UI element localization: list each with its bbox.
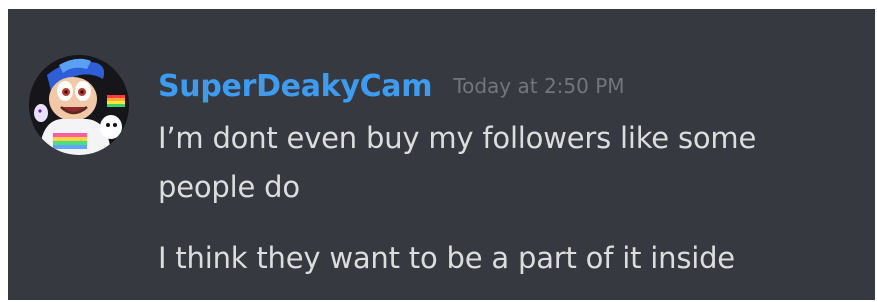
message-timestamp[interactable]: Today at 2:50 PM xyxy=(453,74,624,98)
chat-panel: SuperDeakyCam Today at 2:50 PM I’m dont … xyxy=(8,9,875,300)
message-text: I’m dont even buy my followers like some… xyxy=(158,121,757,204)
message-header: SuperDeakyCam Today at 2:50 PM xyxy=(158,65,625,112)
user-avatar[interactable] xyxy=(29,55,129,155)
avatar-image xyxy=(29,55,129,155)
message-group: SuperDeakyCam Today at 2:50 PM I’m dont … xyxy=(8,9,875,300)
message-text: I think they want to be a part of it ins… xyxy=(158,241,735,275)
author-username[interactable]: SuperDeakyCam xyxy=(158,69,433,104)
